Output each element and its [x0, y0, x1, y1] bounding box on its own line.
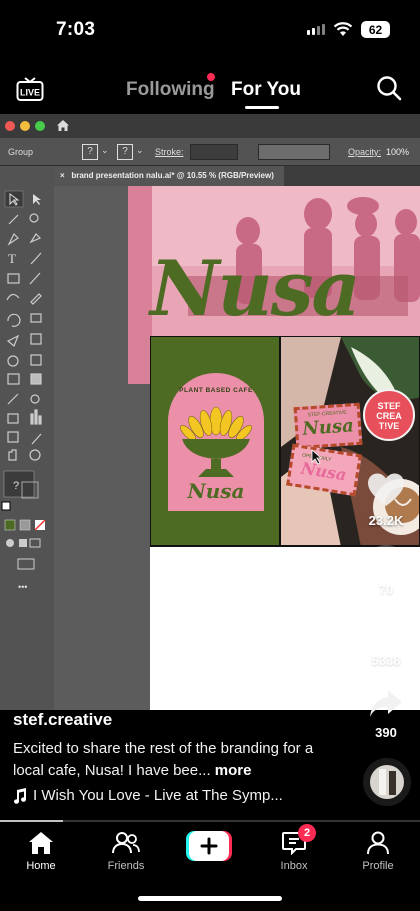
illustrator-titlebar — [0, 114, 420, 138]
tool-icons: T ? ••• — [1, 190, 46, 592]
stef-badge-line: STEF — [377, 401, 401, 411]
inbox-badge: 2 — [298, 824, 316, 842]
create-post-button[interactable] — [186, 831, 232, 861]
opacity-label: Opacity: — [348, 147, 382, 157]
stroke-swatch: ? — [117, 144, 133, 160]
battery-indicator: 62 — [361, 21, 390, 38]
comment-count: 70 — [378, 582, 394, 597]
cursor-icon — [311, 449, 323, 465]
document-tab: × brand presentation nalu.ai* @ 10.55 % … — [54, 166, 284, 186]
sticker-top: STEF·CREATIVE Nusa — [293, 402, 363, 450]
live-button[interactable]: LIVE — [16, 76, 44, 102]
chevron-down-icon: ⌄ — [136, 145, 144, 155]
tab-friends-label: Friends — [107, 860, 145, 872]
document-tab-title: brand presentation nalu.ai* @ 10.55 % (R… — [71, 171, 274, 180]
caption-text: Excited to share the rest of the brandin… — [13, 740, 314, 779]
video-progress-bar[interactable] — [0, 820, 420, 822]
like-action[interactable]: 23.2K — [346, 472, 420, 528]
save-count: 5338 — [371, 653, 401, 668]
wifi-icon — [333, 22, 353, 36]
save-action[interactable]: 5338 — [346, 616, 420, 668]
chevron-down-icon: ⌄ — [101, 145, 109, 155]
following-notification-dot — [207, 73, 215, 81]
document-tab-strip: × brand presentation nalu.ai* @ 10.55 % … — [54, 166, 420, 186]
home-icon — [57, 120, 69, 131]
caption-more-link[interactable]: more — [215, 762, 252, 779]
hero-wordmark: Nusa — [150, 244, 361, 333]
tab-following[interactable]: Following — [126, 79, 215, 101]
music-note-icon — [14, 787, 27, 804]
fill-swatch: ? — [82, 144, 98, 160]
share-arrow-icon — [370, 690, 402, 717]
stroke-label: Stroke: — [155, 147, 184, 157]
stroke-weight-field — [190, 144, 238, 160]
video-progress-fill — [0, 820, 63, 822]
home-icon — [29, 832, 53, 854]
home-indicator — [138, 896, 282, 901]
tab-profile[interactable]: Profile — [343, 830, 413, 872]
music-disc[interactable] — [363, 758, 411, 806]
share-action[interactable]: 390 — [346, 688, 420, 740]
tab-close-icon: × — [60, 171, 65, 180]
more-tools-icon: ••• — [18, 582, 27, 592]
variable-width-field — [258, 144, 330, 160]
share-count: 390 — [375, 725, 397, 740]
window-close-icon — [5, 121, 15, 131]
cellular-signal-icon — [307, 24, 325, 35]
illustrator-control-bar: Group ? ⌄ ? ⌄ Stroke: Opacity: 100% — [0, 138, 420, 166]
music-row[interactable]: I Wish You Love - Live at The Symp... — [13, 787, 283, 804]
stef-badge-line: T!VE — [378, 421, 400, 431]
tab-home[interactable]: Home — [6, 830, 76, 872]
svg-text:?: ? — [13, 480, 19, 492]
like-count: 23.2K — [368, 513, 404, 528]
status-bar: 7:03 62 — [0, 0, 420, 62]
live-label: LIVE — [20, 88, 40, 98]
comment-action[interactable]: 70 — [346, 543, 420, 597]
tab-profile-label: Profile — [362, 860, 394, 872]
sticker-top-big: Nusa — [301, 415, 355, 440]
music-title: I Wish You Love - Live at The Symp... — [33, 787, 283, 804]
heart-icon — [368, 473, 404, 506]
svg-text:T: T — [8, 251, 16, 266]
tab-friends[interactable]: Friends — [91, 830, 161, 872]
active-tab-indicator — [245, 106, 279, 109]
bookmark-icon — [375, 618, 397, 646]
logo-arch: PLANT BASED CAFE Nusa — [168, 373, 264, 511]
profile-icon — [367, 831, 389, 855]
music-cover-art — [370, 765, 404, 799]
status-time: 7:03 — [56, 19, 96, 40]
search-icon[interactable] — [376, 75, 402, 101]
tab-home-label: Home — [26, 860, 56, 872]
stef-creative-badge: STEF CREA T!VE — [363, 389, 415, 441]
window-minimize-icon — [20, 121, 30, 131]
live-tv-icon: LIVE — [16, 77, 44, 101]
friends-icon — [112, 832, 140, 854]
post-caption: Excited to share the rest of the brandin… — [13, 738, 333, 782]
illustrator-toolbar: T ? ••• — [0, 166, 54, 710]
window-zoom-icon — [35, 121, 45, 131]
tab-inbox[interactable]: Inbox — [259, 830, 329, 872]
tab-inbox-label: Inbox — [280, 860, 308, 872]
status-icons: 62 — [307, 21, 390, 38]
top-nav: LIVE Following For You — [0, 64, 420, 112]
comment-icon — [369, 545, 403, 575]
artboard-logo: PLANT BASED CAFE Nusa — [150, 336, 280, 546]
tab-for-you[interactable]: For You — [231, 79, 301, 101]
stef-badge-line: CREA — [376, 411, 402, 421]
opacity-value: 100% — [386, 147, 410, 157]
logo-wordmark: Nusa — [187, 479, 245, 503]
post-username[interactable]: stef.creative — [13, 710, 112, 730]
workspace-label: Group — [8, 147, 34, 157]
